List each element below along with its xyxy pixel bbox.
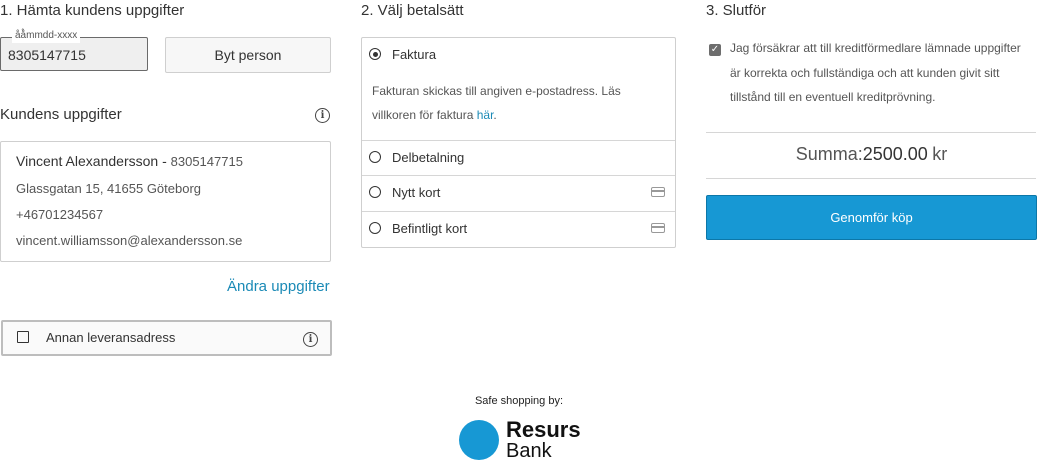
radio-delbetalning[interactable] (369, 151, 381, 163)
customer-address: Glassgatan 15, 41655 Göteborg (16, 181, 202, 196)
order-sum: Summa:2500.00 kr (706, 144, 1037, 165)
logo-text-bank: Bank (506, 440, 552, 462)
terms-line-2: är korrekta och fullständiga och att kun… (730, 66, 1000, 80)
terms-checkbox[interactable]: ✓ (709, 44, 721, 56)
customer-phone: +46701234567 (16, 207, 104, 222)
sum-currency: kr (932, 144, 948, 164)
terms-line-1: Jag försäkrar att till kreditförmedlare … (730, 41, 1021, 55)
change-person-button[interactable]: Byt person (165, 37, 331, 73)
invoice-terms-period: . (493, 108, 497, 122)
option-befintligt-kort-label[interactable]: Befintligt kort (392, 221, 467, 236)
logo-text-resurs: Resurs (506, 417, 581, 442)
option-faktura-label[interactable]: Faktura (392, 47, 436, 62)
payment-methods-box (361, 37, 676, 248)
terms-line-3: tillstånd till en eventuell kreditprövni… (730, 90, 936, 104)
customer-personnummer: 8305147715 (170, 154, 243, 169)
edit-details-link[interactable]: Ändra uppgifter (227, 278, 330, 295)
step3-heading: 3. Slutför (706, 2, 767, 19)
alt-delivery-checkbox[interactable] (17, 331, 29, 343)
divider (362, 175, 675, 176)
invoice-description-line2: villkoren för faktura här. (372, 103, 497, 127)
safe-shopping-text: Safe shopping by: (474, 395, 564, 407)
option-nytt-kort-label[interactable]: Nytt kort (392, 185, 440, 200)
divider (362, 140, 675, 141)
step2-heading: 2. Välj betalsätt (361, 2, 464, 19)
radio-faktura[interactable] (369, 48, 381, 60)
divider (362, 211, 675, 212)
credit-card-icon (651, 223, 665, 233)
personnummer-value[interactable]: 8305147715 (8, 47, 86, 63)
step1-heading: 1. Hämta kundens uppgifter (0, 2, 185, 19)
customer-separator: - (158, 153, 171, 169)
credit-card-icon (651, 187, 665, 197)
divider (706, 178, 1036, 179)
sum-label: Summa: (795, 144, 863, 164)
divider (706, 132, 1036, 133)
resurs-bank-logo-icon (459, 420, 499, 460)
radio-befintligt-kort[interactable] (369, 222, 381, 234)
invoice-terms-text: villkoren för faktura (372, 108, 477, 122)
sum-value: 2500.00 (862, 144, 928, 164)
info-icon[interactable]: i (315, 108, 330, 123)
invoice-description-line1: Fakturan skickas till angiven e-postadre… (372, 84, 621, 98)
option-delbetalning-label[interactable]: Delbetalning (392, 150, 464, 165)
info-icon[interactable]: i (303, 332, 318, 347)
customer-name-line: Vincent Alexandersson - 8305147715 (16, 153, 243, 171)
alt-delivery-label: Annan leveransadress (46, 330, 176, 345)
customer-heading: Kundens uppgifter (0, 106, 122, 123)
customer-name: Vincent Alexandersson (16, 153, 159, 169)
customer-email: vincent.williamsson@alexandersson.se (16, 233, 243, 248)
invoice-terms-link[interactable]: här (477, 108, 494, 122)
personnummer-legend: åå̊mmdd-xxxx (12, 29, 81, 43)
radio-nytt-kort[interactable] (369, 186, 381, 198)
complete-purchase-button[interactable]: Genomför köp (706, 195, 1037, 240)
